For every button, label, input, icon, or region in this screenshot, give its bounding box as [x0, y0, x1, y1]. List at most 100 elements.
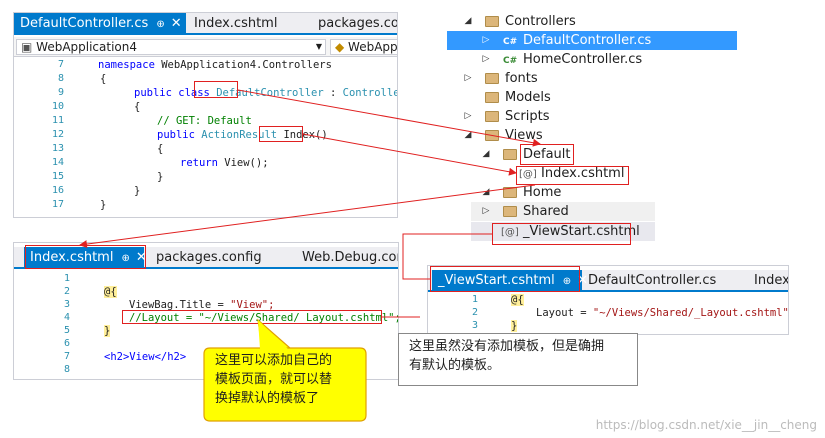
- keyword: namespace: [98, 59, 155, 71]
- namespace-name: WebApplication4.Controllers: [154, 59, 332, 71]
- code-brace: }: [100, 199, 107, 211]
- editor-viewstart: _ViewStart.cshtml ⊕ ✕ DefaultController.cs…: [427, 265, 789, 335]
- project-dropdown[interactable]: ▣ WebApplication4 ▼: [16, 39, 326, 55]
- tree-item-default-controller[interactable]: ▷ C# DefaultController.cs: [447, 31, 737, 50]
- tab-index-cshtml[interactable]: Index.cshtml: [188, 13, 283, 35]
- expand-arrow-icon[interactable]: ▷: [463, 69, 473, 88]
- tree-item-default-folder[interactable]: ◢ Default: [447, 145, 737, 164]
- tree-item-viewstart[interactable]: [@] _ViewStart.cshtml: [471, 222, 655, 241]
- tree-item-index-cshtml[interactable]: [@] Index.cshtml: [447, 164, 737, 183]
- line-number: 8: [57, 73, 64, 84]
- line-number: 15: [51, 171, 64, 182]
- expand-arrow-icon[interactable]: ▷: [481, 202, 491, 221]
- expand-arrow-icon[interactable]: ▷: [481, 50, 491, 69]
- layout-assign: Layout =: [536, 307, 593, 319]
- tree-item-home-folder[interactable]: ◢ Home: [447, 183, 737, 202]
- solution-explorer: ◢ Controllers ▷ C# DefaultController.cs …: [447, 12, 737, 242]
- code-brace: }: [157, 171, 164, 183]
- line-number: 13: [51, 143, 64, 154]
- razor-file-icon: [@]: [501, 227, 519, 238]
- close-icon[interactable]: ✕: [171, 16, 182, 31]
- pin-icon[interactable]: ⊕: [156, 19, 164, 30]
- code-brace: {: [157, 143, 164, 155]
- razor-block-open: @{: [104, 286, 117, 298]
- expand-arrow-icon[interactable]: ▷: [481, 31, 491, 50]
- line-number: 9: [57, 87, 64, 98]
- tab-packages-config[interactable]: packages.config: [150, 247, 268, 269]
- string-value: "View";: [230, 299, 275, 311]
- folder-icon: [485, 111, 499, 122]
- expand-arrow-icon[interactable]: ▷: [463, 107, 473, 126]
- pin-icon[interactable]: ⊕: [121, 253, 129, 264]
- tree-item-models[interactable]: Models: [447, 88, 737, 107]
- code-brace: {: [100, 73, 107, 85]
- tab-label: Index.cshtml: [30, 250, 114, 265]
- expand-arrow-icon[interactable]: ◢: [481, 183, 491, 202]
- tree-item-scripts[interactable]: ▷ Scripts: [447, 107, 737, 126]
- code-line-return: return View();: [180, 157, 269, 169]
- line-number: 7: [57, 59, 64, 70]
- razor-file-icon: [@]: [519, 169, 537, 180]
- project-icon: ▣: [21, 40, 37, 54]
- expand-arrow-icon[interactable]: ◢: [481, 145, 491, 164]
- tree-item-label: Models: [505, 90, 551, 105]
- return-type: ActionResult: [201, 129, 278, 141]
- base-class: Controller: [342, 87, 397, 99]
- class-dropdown[interactable]: ◆ WebApplic: [330, 39, 397, 55]
- callout-yellow-text: 这里可以添加自己的 模板页面，就可以替 换掉默认的模板了: [215, 353, 333, 406]
- tab-bar: _ViewStart.cshtml ⊕ ✕ DefaultController.cs…: [428, 270, 788, 292]
- code-brace: }: [134, 185, 141, 197]
- tree-item-label: Home: [523, 185, 562, 200]
- code-line-layout: Layout = "~/Views/Shared/_Layout.cshtml"…: [536, 307, 789, 319]
- pin-icon[interactable]: ⊕: [563, 276, 571, 287]
- watermark: https://blog.csdn.net/xie__jin__cheng: [595, 418, 817, 432]
- tree-item-label: Shared: [523, 204, 569, 219]
- line-number: 2: [471, 307, 478, 318]
- tab-viewstart[interactable]: _ViewStart.cshtml ⊕ ✕: [432, 270, 588, 292]
- expand-arrow-icon[interactable]: ◢: [463, 12, 473, 31]
- tree-item-label: Controllers: [505, 14, 576, 29]
- line-number: 4: [63, 312, 70, 323]
- code-comment: // GET: Default: [157, 115, 252, 127]
- tree-item-controllers[interactable]: ◢ Controllers: [447, 12, 737, 31]
- line-number: 8: [63, 364, 70, 375]
- line-number: 11: [51, 115, 64, 126]
- line-number: 7: [63, 351, 70, 362]
- navigation-bar: ▣ WebApplication4 ▼ ◆ WebApplic: [14, 37, 397, 57]
- tree-item-fonts[interactable]: ▷ fonts: [447, 69, 737, 88]
- class-icon: ◆: [335, 40, 349, 54]
- tab-web-debug-config[interactable]: Web.Debug.confi: [296, 247, 398, 269]
- tree-item-views[interactable]: ◢ Views: [447, 126, 737, 145]
- tab-default-controller[interactable]: DefaultController.cs ⊕ ✕: [14, 13, 186, 35]
- tab-default-controller[interactable]: DefaultController.cs: [582, 270, 722, 292]
- viewbag-assign: ViewBag.Title =: [129, 299, 231, 311]
- code-brace: {: [134, 101, 141, 113]
- close-icon[interactable]: ✕: [136, 250, 147, 265]
- tree-item-label: HomeController.cs: [523, 52, 643, 67]
- tree-item-shared-folder[interactable]: ▷ Shared: [471, 202, 655, 221]
- folder-icon: [485, 130, 499, 141]
- keyword: public class: [134, 87, 217, 99]
- code-line-viewbag: ViewBag.Title = "View";: [129, 299, 274, 311]
- razor-block-close: }: [104, 325, 111, 337]
- tab-index[interactable]: Index.: [748, 270, 788, 292]
- line-number: 3: [63, 299, 70, 310]
- string-value: "~/Views/Shared/_Layout.cshtml";: [592, 307, 789, 319]
- chevron-down-icon: ▼: [315, 42, 322, 51]
- code-line-method: public ActionResult Index(): [157, 129, 328, 141]
- tab-label: Web.Debug.confi: [302, 250, 398, 265]
- tree-item-label: Index.cshtml: [541, 166, 625, 181]
- expand-arrow-icon[interactable]: ◢: [463, 126, 473, 145]
- tab-label: DefaultController.cs: [20, 16, 149, 31]
- tree-item-home-controller[interactable]: ▷ C# HomeController.cs: [447, 50, 737, 69]
- tab-index-cshtml[interactable]: Index.cshtml ⊕ ✕: [24, 247, 147, 269]
- folder-icon: [503, 206, 517, 217]
- razor-block-open: @{: [511, 294, 524, 306]
- tab-packages-config[interactable]: packages.confi: [312, 13, 397, 35]
- project-name: WebApplication4: [36, 40, 138, 54]
- code-line-layout-comment: //Layout = "~/Views/Shared/_Layout.cshtm…: [129, 312, 399, 324]
- tab-label: Index.: [754, 273, 788, 288]
- razor-block-close: }: [511, 320, 518, 332]
- folder-icon: [485, 92, 499, 103]
- code-line-class: public class DefaultController : Control…: [134, 87, 397, 99]
